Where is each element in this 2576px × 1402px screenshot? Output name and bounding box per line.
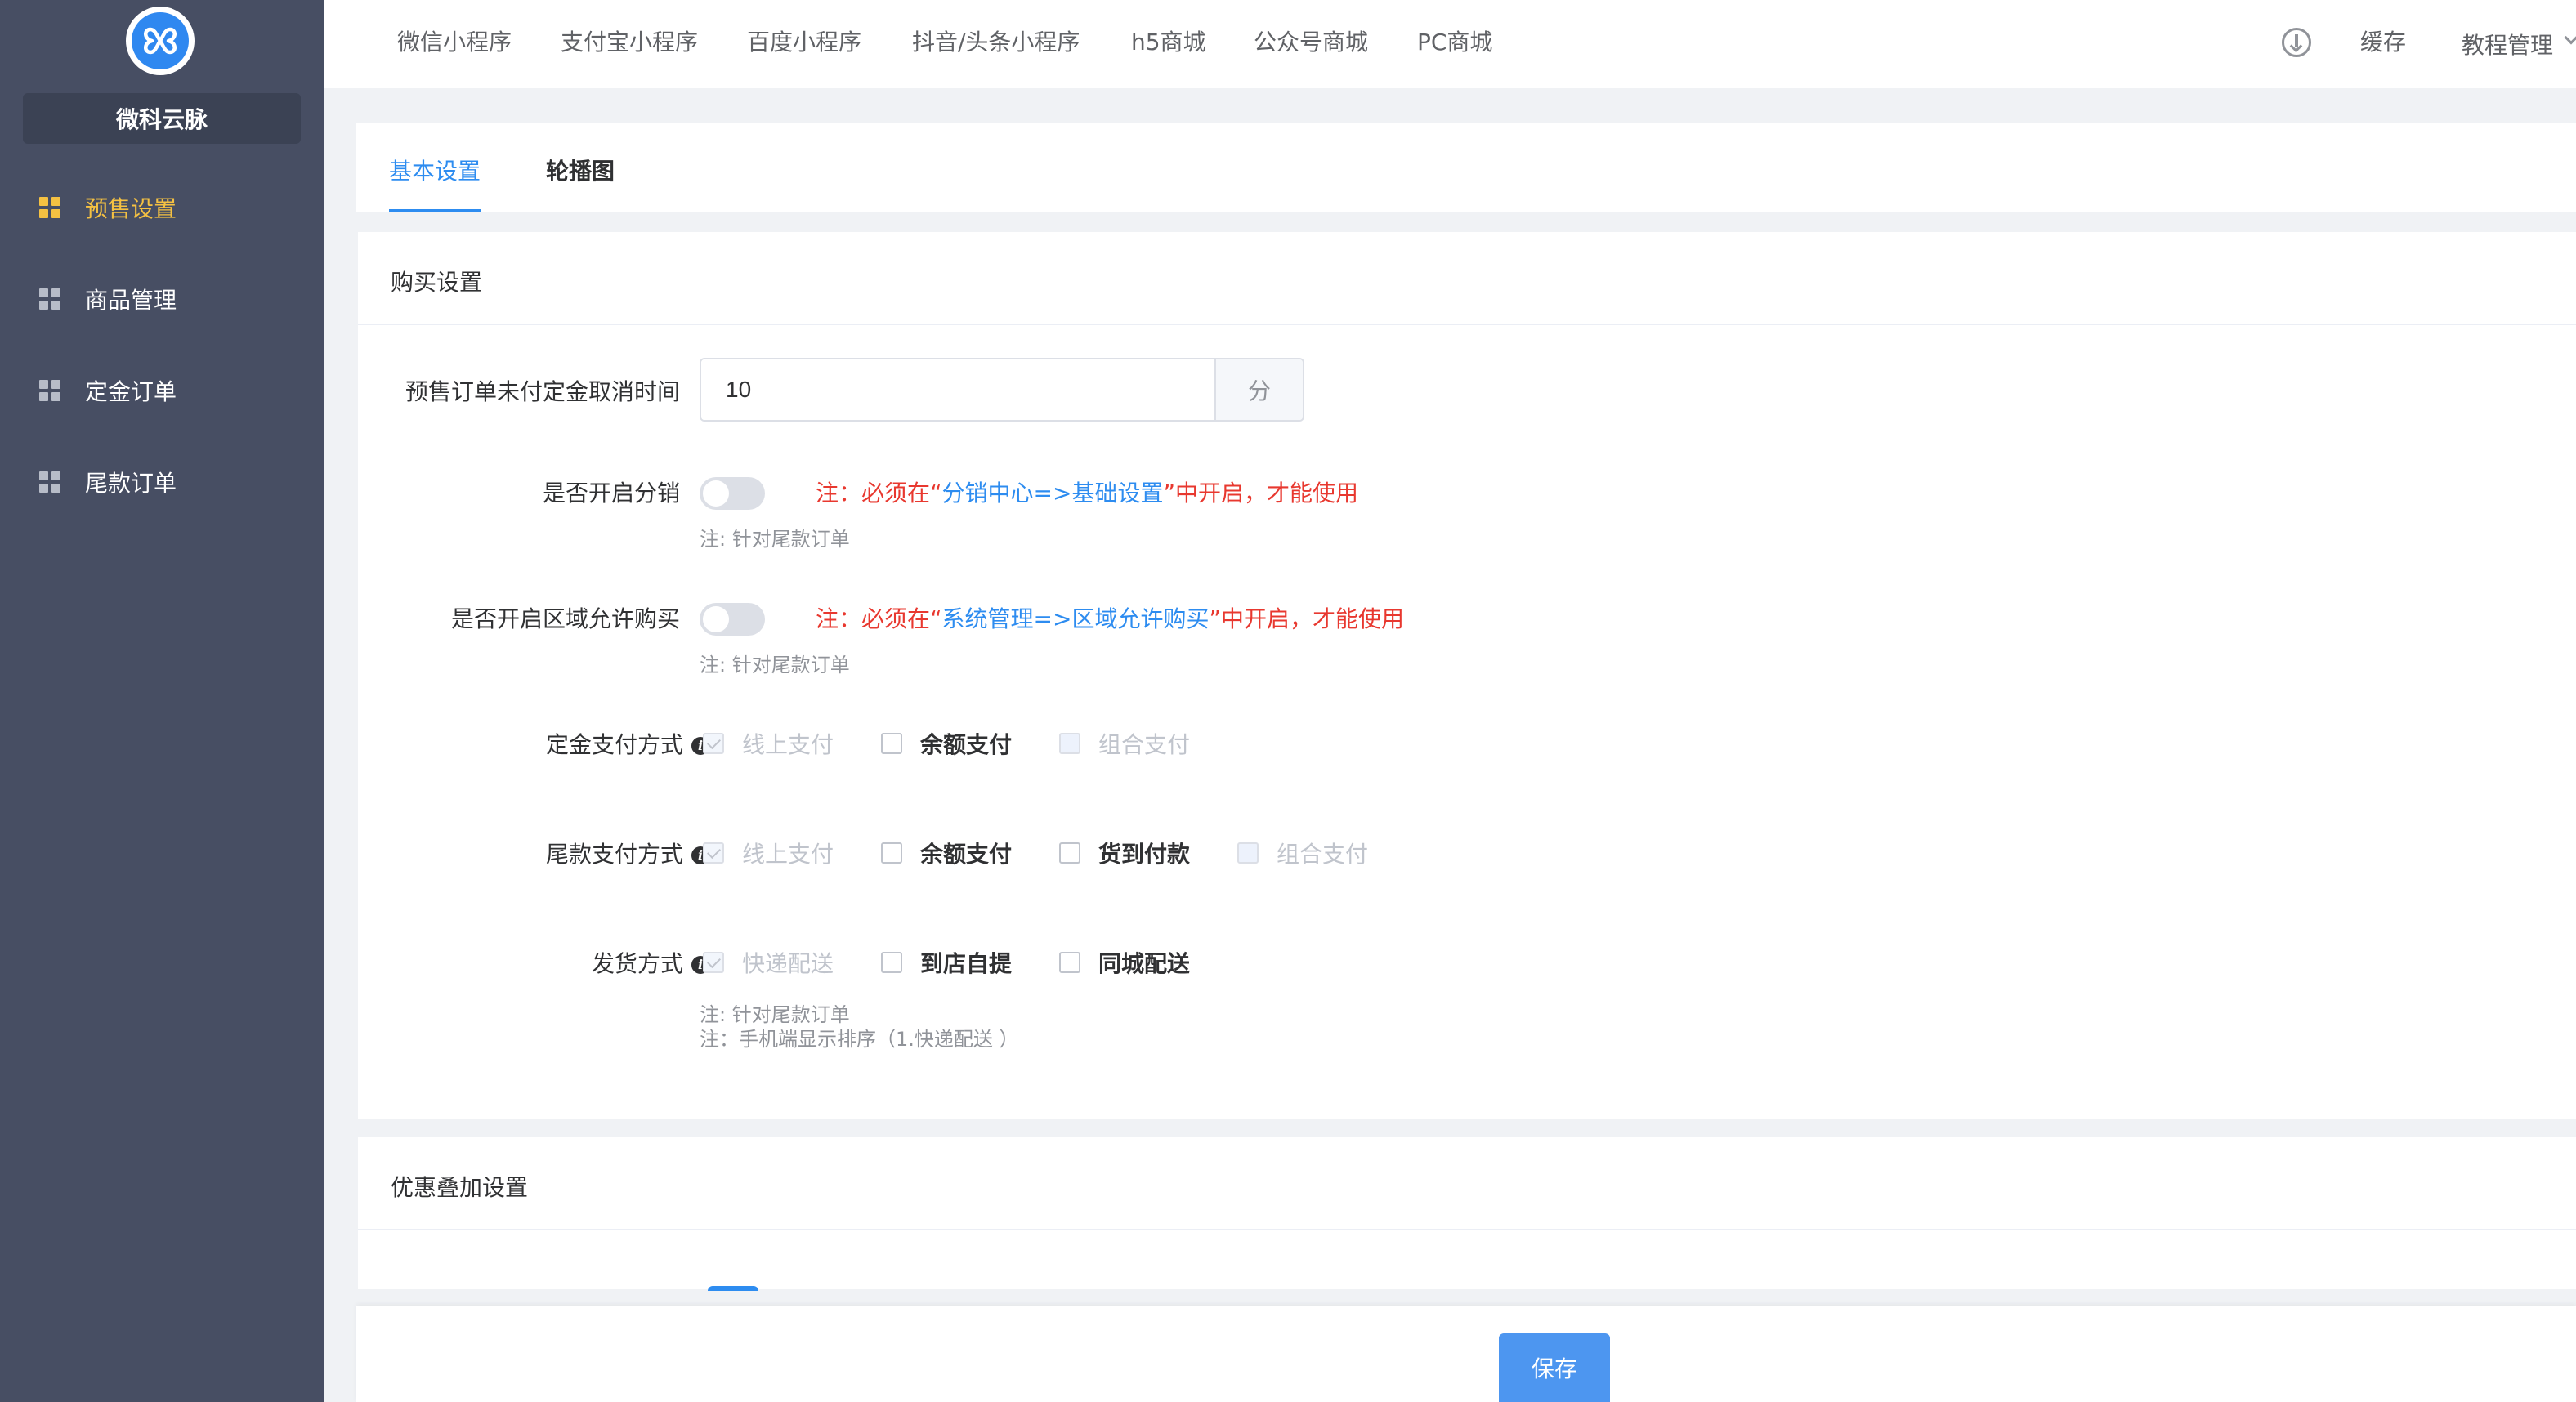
cancel-time-input-group: 分 [700, 358, 1304, 422]
distribution-label: 是否开启分销 [542, 480, 680, 507]
footer-bar: 保存 [356, 1306, 2576, 1402]
note-prefix: 注：必须在“ [816, 480, 942, 507]
deposit-payment-label: 定金支付方式 i [546, 727, 709, 760]
topnav-link-alipay-miniprogram[interactable]: 支付宝小程序 [561, 25, 698, 57]
active-tab-indicator [389, 209, 481, 212]
note-prefix: 注：必须在“ [816, 605, 942, 632]
final-online-payment-checkbox: 线上支付 [703, 837, 834, 869]
final-combined-payment-checkbox: 组合支付 [1237, 837, 1368, 869]
checkbox-label: 余额支付 [920, 841, 1013, 868]
checkbox-box [881, 952, 902, 973]
distribution-settings-link[interactable]: 分销中心=>基础设置 [942, 480, 1164, 507]
region-sub-note: 注: 针对尾款订单 [700, 654, 850, 676]
topnav-link-pc-mall[interactable]: PC商城 [1417, 25, 1492, 57]
final-payment-label: 尾款支付方式 i [546, 837, 709, 869]
sidebar: 微科云脉 预售设置 商品管理 定金订单 尾款订单 [0, 0, 324, 1402]
region-settings-link[interactable]: 系统管理=>区域允许购买 [942, 605, 1210, 632]
delivery-method-label-text: 发货方式 [591, 950, 683, 977]
checkbox-box [703, 733, 724, 754]
delivery-note-sort-order: 注：手机端显示排序（1.快递配送 ） [700, 1028, 1019, 1051]
discount-stacking-card: 优惠叠加设置 [358, 1137, 2576, 1289]
checkbox-label: 线上支付 [742, 841, 834, 868]
express-delivery-checkbox: 快递配送 [703, 946, 834, 979]
final-cash-on-delivery-checkbox[interactable]: 货到付款 [1059, 837, 1190, 869]
card-header: 购买设置 [358, 232, 2576, 325]
tutorial-management-menu[interactable]: 教程管理 [2462, 28, 2553, 60]
topnav-link-official-account-mall[interactable]: 公众号商城 [1254, 25, 1368, 57]
discount-switch[interactable] [708, 1286, 758, 1291]
final-payment-label-text: 尾款支付方式 [545, 841, 683, 868]
grid-icon [39, 288, 60, 310]
checkbox-box [1237, 842, 1259, 864]
deposit-online-payment-checkbox: 线上支付 [703, 727, 834, 760]
checkbox-box [881, 842, 902, 864]
checkbox-label: 快递配送 [742, 950, 834, 977]
card-header: 优惠叠加设置 [358, 1137, 2576, 1230]
cancel-time-input[interactable] [701, 359, 1214, 420]
topnav-link-douyin-miniprogram[interactable]: 抖音/头条小程序 [912, 25, 1080, 57]
topnav-link-wechat-miniprogram[interactable]: 微信小程序 [397, 25, 512, 57]
tab-carousel[interactable]: 轮播图 [546, 154, 615, 186]
distribution-switch[interactable] [700, 477, 765, 510]
checkbox-box [1059, 733, 1080, 754]
chevron-down-icon [2564, 30, 2576, 45]
checkbox-label: 组合支付 [1098, 731, 1191, 758]
checkbox-label: 余额支付 [920, 731, 1013, 758]
tab-bar: 基本设置 轮播图 [356, 123, 2576, 212]
delivery-method-label: 发货方式 i [592, 946, 709, 979]
checkbox-label: 货到付款 [1098, 841, 1191, 868]
purchase-settings-card: 购买设置 预售订单未付定金取消时间 分 是否开启分销 注：必须在“分销中心=>基… [358, 232, 2576, 1119]
note-suffix: ”中开启，才能使用 [1163, 480, 1358, 507]
grid-icon [39, 197, 60, 218]
save-button[interactable]: 保存 [1499, 1333, 1610, 1402]
sidebar-item-label: 尾款订单 [85, 470, 177, 497]
final-balance-payment-checkbox[interactable]: 余额支付 [881, 837, 1012, 869]
checkbox-box [703, 842, 724, 864]
sidebar-item-product-management[interactable]: 商品管理 [0, 276, 324, 322]
sidebar-item-label: 商品管理 [85, 287, 177, 314]
topnav-link-baidu-miniprogram[interactable]: 百度小程序 [747, 25, 861, 57]
cache-button[interactable]: 缓存 [2360, 25, 2406, 57]
deposit-balance-payment-checkbox[interactable]: 余额支付 [881, 727, 1012, 760]
checkbox-box [703, 952, 724, 973]
card-title: 购买设置 [391, 269, 483, 296]
checkbox-label: 线上支付 [742, 731, 834, 758]
top-navigation: 微信小程序 支付宝小程序 百度小程序 抖音/头条小程序 h5商城 公众号商城 P… [324, 0, 2576, 88]
checkbox-box [1059, 842, 1080, 864]
grid-icon [39, 471, 60, 493]
deposit-payment-label-text: 定金支付方式 [545, 731, 683, 758]
deposit-combined-payment-checkbox: 组合支付 [1059, 727, 1190, 760]
topnav-link-h5-mall[interactable]: h5商城 [1131, 25, 1206, 57]
brand-name: 微科云脉 [23, 93, 301, 144]
region-label: 是否开启区域允许购买 [450, 605, 680, 632]
region-switch[interactable] [700, 603, 765, 636]
checkbox-label: 组合支付 [1277, 841, 1369, 868]
sidebar-item-final-payment-orders[interactable]: 尾款订单 [0, 459, 324, 505]
tab-basic-settings[interactable]: 基本设置 [389, 154, 481, 186]
minutes-unit: 分 [1214, 359, 1303, 420]
checkbox-label: 同城配送 [1098, 950, 1191, 977]
distribution-note: 注：必须在“分销中心=>基础设置”中开启，才能使用 [816, 476, 1358, 508]
logo-icon [126, 7, 195, 75]
region-note: 注：必须在“系统管理=>区域允许购买”中开启，才能使用 [816, 601, 1404, 634]
checkbox-box [1059, 952, 1080, 973]
store-pickup-checkbox[interactable]: 到店自提 [881, 946, 1012, 979]
grid-icon [39, 380, 60, 401]
same-city-delivery-checkbox[interactable]: 同城配送 [1059, 946, 1190, 979]
sidebar-item-deposit-orders[interactable]: 定金订单 [0, 368, 324, 413]
card-title: 优惠叠加设置 [391, 1174, 529, 1201]
checkbox-box [881, 733, 902, 754]
note-suffix: ”中开启，才能使用 [1209, 605, 1404, 632]
sidebar-item-label: 预售设置 [85, 195, 177, 222]
distribution-sub-note: 注: 针对尾款订单 [700, 528, 850, 551]
cancel-time-label: 预售订单未付定金取消时间 [405, 378, 680, 405]
sidebar-item-presale-settings[interactable]: 预售设置 [0, 185, 324, 230]
sidebar-item-label: 定金订单 [85, 378, 177, 405]
download-icon[interactable] [2282, 28, 2311, 57]
checkbox-label: 到店自提 [920, 950, 1013, 977]
